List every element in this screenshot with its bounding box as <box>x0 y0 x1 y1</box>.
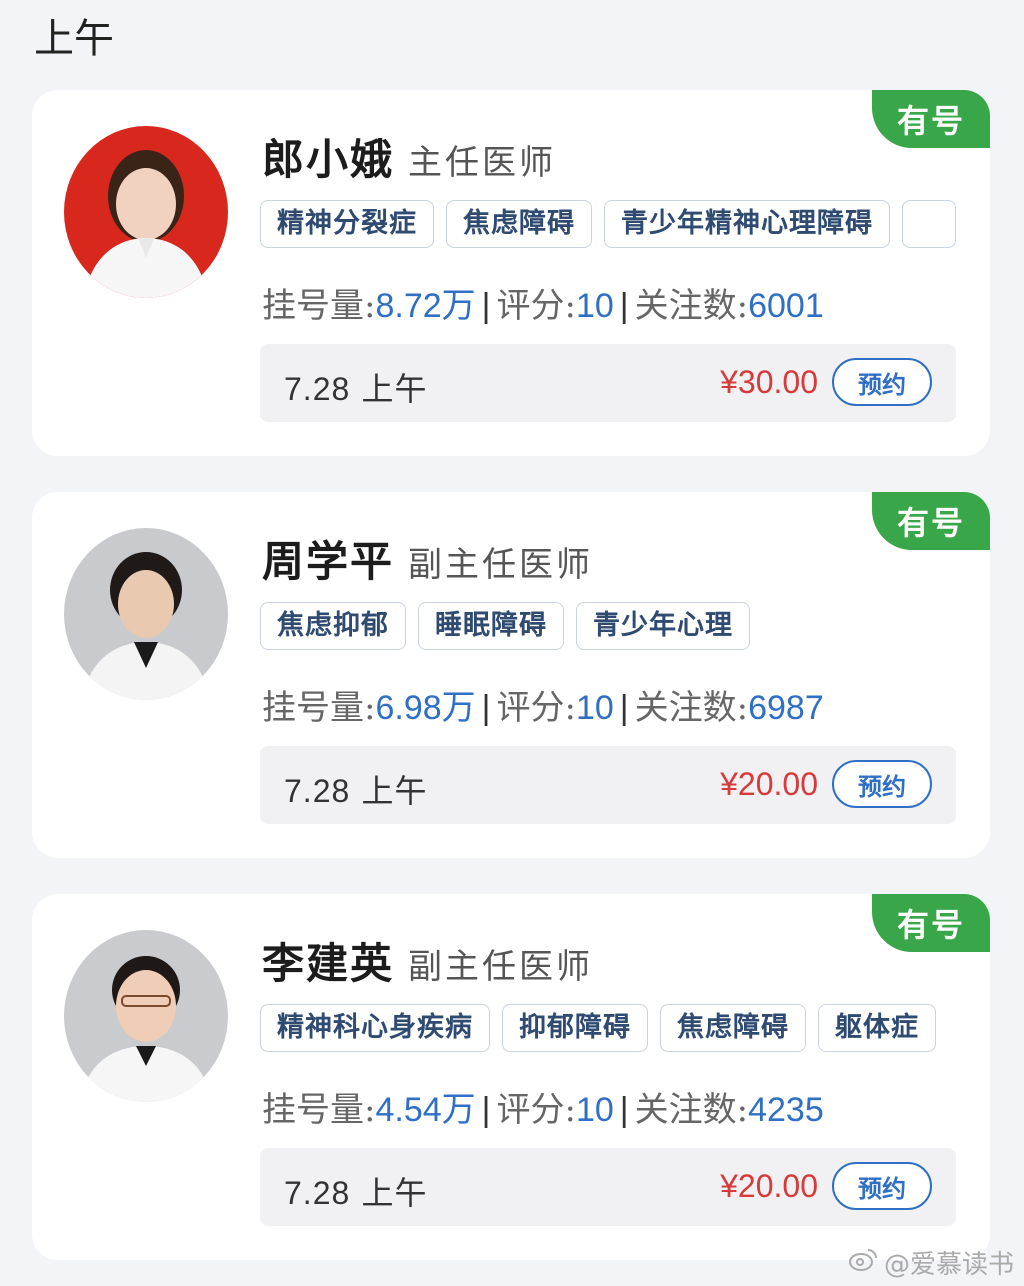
slot-period: 上午 <box>361 370 428 408</box>
follower-count: 4235 <box>748 1091 824 1129</box>
watermark-text: @爱慕读书 <box>883 1250 1014 1280</box>
doctor-avatar[interactable] <box>64 930 228 1102</box>
specialty-tag: 抑郁障碍 <box>502 1004 648 1052</box>
follower-label: 关注数: <box>634 688 749 728</box>
follower-count: 6987 <box>748 689 824 727</box>
specialty-tag: 睡眠障碍 <box>418 602 564 650</box>
registration-label: 挂号量: <box>262 688 376 728</box>
score-value: 10 <box>575 287 614 325</box>
specialty-tag: 焦虑障碍 <box>660 1004 806 1052</box>
stats-separator: | <box>619 1091 629 1129</box>
availability-badge: 有号 <box>872 492 990 550</box>
registration-label: 挂号量: <box>262 286 376 326</box>
score-label: 评分: <box>496 1090 576 1130</box>
doctor-stats: 挂号量:6.98万 | 评分:10 | 关注数:6987 <box>262 680 824 729</box>
doctor-title: 副主任医师 <box>408 545 594 585</box>
slot-time: 7.28 上午 <box>284 766 427 812</box>
doctor-avatar[interactable] <box>64 528 228 700</box>
score-value: 10 <box>575 689 614 727</box>
follower-label: 关注数: <box>634 286 749 326</box>
registration-label: 挂号量: <box>262 1090 376 1130</box>
stats-separator: | <box>619 287 629 325</box>
registration-count: 4.54万 <box>375 1091 476 1129</box>
doctor-name: 郎小娥 <box>262 135 395 184</box>
appointment-slot: 7.28 上午 ¥20.00 预约 <box>260 746 956 824</box>
specialty-tag: 青少年心理 <box>576 602 750 650</box>
slot-period: 上午 <box>361 772 428 810</box>
stats-separator: | <box>481 1091 491 1129</box>
appointment-slot: 7.28 上午 ¥30.00 预约 <box>260 344 956 422</box>
slot-date: 7.28 <box>284 773 351 809</box>
availability-badge: 有号 <box>872 90 990 148</box>
slot-date: 7.28 <box>284 371 351 407</box>
doctor-stats: 挂号量:4.54万 | 评分:10 | 关注数:4235 <box>262 1082 824 1131</box>
specialty-tags: 精神分裂症 焦虑障碍 青少年精神心理障碍 <box>260 200 956 248</box>
stats-separator: | <box>481 689 491 727</box>
specialty-tag: 焦虑障碍 <box>446 200 592 248</box>
watermark: @爱慕读书 <box>848 1244 1014 1281</box>
availability-badge: 有号 <box>872 894 990 952</box>
book-button[interactable]: 预约 <box>832 760 932 808</box>
slot-time: 7.28 上午 <box>284 364 427 410</box>
book-button[interactable]: 预约 <box>832 1162 932 1210</box>
slot-date: 7.28 <box>284 1175 351 1211</box>
specialty-tag: 躯体症 <box>818 1004 936 1052</box>
doctor-title: 副主任医师 <box>408 947 594 987</box>
specialty-tags: 焦虑抑郁 睡眠障碍 青少年心理 <box>260 602 956 650</box>
section-title: 上午 <box>34 16 114 62</box>
score-value: 10 <box>575 1091 614 1129</box>
doctor-card[interactable]: 有号 郎小娥 主任医师 精神分裂症 焦虑障碍 青少年精神心理障碍 挂号量:8.7… <box>32 90 990 456</box>
doctor-title: 主任医师 <box>408 143 557 183</box>
registration-count: 8.72万 <box>375 287 476 325</box>
specialty-tags: 精神科心身疾病 抑郁障碍 焦虑障碍 躯体症 <box>260 1004 956 1052</box>
doctor-avatar[interactable] <box>64 126 228 298</box>
slot-price: ¥20.00 <box>720 766 818 802</box>
specialty-tag: 精神分裂症 <box>260 200 434 248</box>
follower-label: 关注数: <box>634 1090 749 1130</box>
follower-count: 6001 <box>748 287 824 325</box>
appointment-slot: 7.28 上午 ¥20.00 预约 <box>260 1148 956 1226</box>
doctor-stats: 挂号量:8.72万 | 评分:10 | 关注数:6001 <box>262 278 824 327</box>
slot-time: 7.28 上午 <box>284 1168 427 1214</box>
avatar-photo <box>64 528 228 700</box>
slot-period: 上午 <box>361 1174 428 1212</box>
avatar-photo <box>64 126 228 298</box>
avatar-photo <box>64 930 228 1102</box>
specialty-tag: 精神科心身疾病 <box>260 1004 490 1052</box>
stats-separator: | <box>481 287 491 325</box>
doctor-card[interactable]: 有号 李建英 副主任医师 精神科心身疾病 抑郁障碍 焦虑障碍 躯体症 挂号量:4… <box>32 894 990 1260</box>
slot-price: ¥20.00 <box>720 1168 818 1204</box>
score-label: 评分: <box>496 286 576 326</box>
doctor-name: 周学平 <box>262 537 395 586</box>
specialty-tag: 青少年精神心理障碍 <box>604 200 890 248</box>
specialty-tag: 焦虑抑郁 <box>260 602 406 650</box>
slot-price: ¥30.00 <box>720 364 818 400</box>
doctor-card[interactable]: 有号 周学平 副主任医师 焦虑抑郁 睡眠障碍 青少年心理 挂号量:6.98万 | 评… <box>32 492 990 858</box>
doctor-name: 李建英 <box>262 939 395 988</box>
weibo-icon <box>848 1246 878 1279</box>
specialty-tag <box>902 200 956 248</box>
stats-separator: | <box>619 689 629 727</box>
registration-count: 6.98万 <box>375 689 476 727</box>
book-button[interactable]: 预约 <box>832 358 932 406</box>
score-label: 评分: <box>496 688 576 728</box>
